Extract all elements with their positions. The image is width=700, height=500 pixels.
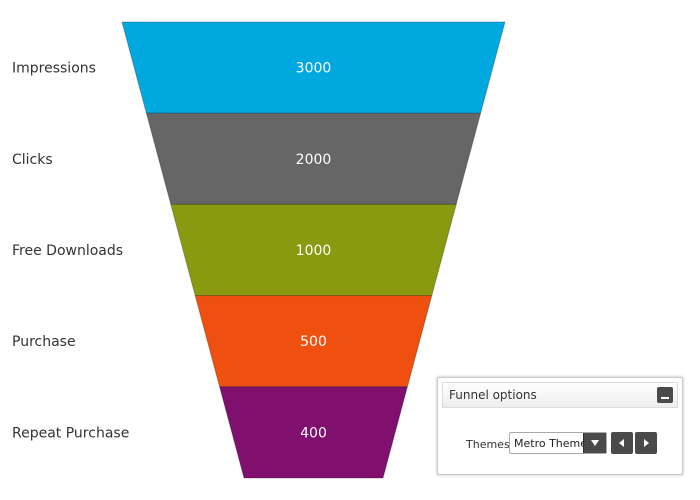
funnel-value-repeat-purchase: 400: [300, 425, 327, 441]
funnel-chart-app: 3000 Impressions 2000 Clicks 1000 Free Downlo…: [0, 0, 700, 500]
previous-theme-button[interactable]: [611, 432, 633, 454]
funnel-label-repeat-purchase: Repeat Purchase: [12, 425, 129, 441]
funnel-label-free-downloads: Free Downloads: [12, 243, 123, 259]
funnel-value-impressions: 3000: [296, 61, 332, 77]
minimize-icon: [661, 397, 669, 399]
theme-dropdown-button[interactable]: [583, 433, 606, 453]
funnel-options-panel: Funnel options Themes Metro Theme: [437, 377, 683, 475]
options-panel-header: Funnel options: [442, 382, 678, 408]
chevron-left-icon: [619, 439, 624, 447]
funnel-label-clicks: Clicks: [12, 152, 53, 168]
minimize-button[interactable]: [657, 387, 673, 403]
options-panel-title: Funnel options: [449, 388, 537, 402]
themes-label: Themes: [466, 438, 510, 451]
funnel-value-purchase: 500: [300, 334, 327, 350]
chevron-down-icon: [591, 440, 599, 446]
funnel-label-impressions: Impressions: [12, 61, 96, 77]
funnel-value-free-downloads: 1000: [296, 243, 332, 259]
next-theme-button[interactable]: [635, 432, 657, 454]
theme-select[interactable]: Metro Theme: [509, 432, 607, 454]
theme-select-value: Metro Theme: [514, 437, 588, 450]
funnel-value-clicks: 2000: [296, 152, 332, 168]
chevron-right-icon: [644, 439, 649, 447]
funnel-label-purchase: Purchase: [12, 334, 76, 350]
